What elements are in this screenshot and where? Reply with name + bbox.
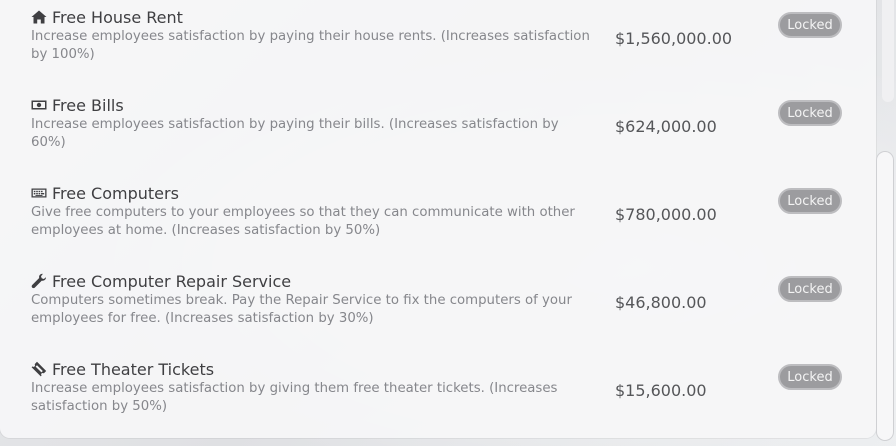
perk-title-text: Free Computer Repair Service bbox=[52, 271, 292, 291]
locked-button[interactable]: Locked bbox=[778, 364, 842, 390]
perk-row-free-theater-tickets: Free Theater Tickets Increase employees … bbox=[31, 359, 861, 438]
perk-title: Free Computer Repair Service bbox=[31, 271, 291, 291]
perk-row-free-computers: Free Computers Give free computers to yo… bbox=[31, 183, 861, 263]
perk-title-text: Free Computers bbox=[52, 183, 179, 203]
perk-description: Increase employees satisfaction by payin… bbox=[31, 117, 559, 150]
keyboard-icon bbox=[31, 188, 47, 198]
locked-button[interactable]: Locked bbox=[778, 100, 842, 126]
perk-description: Computers sometimes break. Pay the Repai… bbox=[31, 293, 572, 326]
perk-row-free-computer-repair-service: Free Computer Repair Service Computers s… bbox=[31, 271, 861, 351]
perk-title-text: Free Bills bbox=[52, 95, 124, 115]
perk-price: $1,560,000.00 bbox=[615, 29, 733, 48]
perk-description: Give free computers to your employees so… bbox=[31, 205, 575, 238]
perk-description: Increase employees satisfaction by givin… bbox=[31, 381, 558, 414]
locked-button[interactable]: Locked bbox=[778, 188, 842, 214]
perk-title-text: Free Theater Tickets bbox=[52, 359, 215, 379]
perk-row-free-bills: Free Bills Increase employees satisfacti… bbox=[31, 95, 861, 175]
scrollbar-track-top bbox=[882, 0, 894, 102]
scrollbar-thumb[interactable] bbox=[876, 151, 894, 441]
perk-title: Free House Rent bbox=[31, 7, 183, 27]
perk-title: Free Bills bbox=[31, 95, 124, 115]
perk-title: Free Computers bbox=[31, 183, 179, 203]
money-bill-icon bbox=[31, 100, 47, 110]
wrench-icon bbox=[31, 273, 46, 289]
perk-price: $46,800.00 bbox=[615, 293, 707, 312]
perk-title: Free Theater Tickets bbox=[31, 359, 214, 379]
perk-description: Increase employees satisfaction by payin… bbox=[31, 29, 590, 62]
perk-title-text: Free House Rent bbox=[52, 7, 183, 27]
ticket-icon bbox=[31, 361, 47, 377]
perks-list-panel: Free House Rent Increase employees satis… bbox=[0, 0, 876, 438]
perk-row-free-house-rent: Free House Rent Increase employees satis… bbox=[31, 7, 861, 87]
perk-price: $780,000.00 bbox=[615, 205, 717, 224]
perk-price: $15,600.00 bbox=[615, 381, 707, 400]
perk-price: $624,000.00 bbox=[615, 117, 717, 136]
house-icon bbox=[31, 10, 47, 24]
locked-button[interactable]: Locked bbox=[778, 12, 842, 38]
locked-button[interactable]: Locked bbox=[778, 276, 842, 302]
